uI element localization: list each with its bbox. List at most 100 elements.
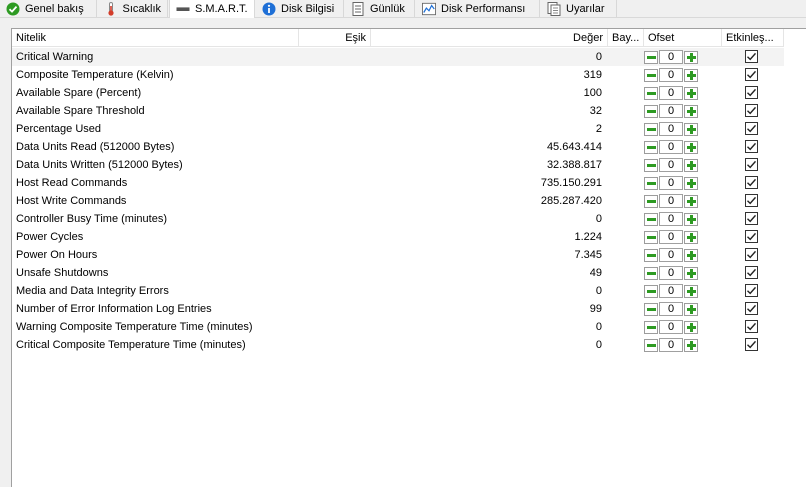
offset-decrement-button[interactable] <box>644 176 658 190</box>
offset-increment-button[interactable] <box>684 230 698 244</box>
table-row[interactable]: Controller Busy Time (minutes) 0 0 <box>12 210 784 228</box>
offset-decrement-button[interactable] <box>644 158 658 172</box>
enabled-checkbox[interactable] <box>745 320 758 333</box>
enabled-checkbox[interactable] <box>745 122 758 135</box>
offset-increment-button[interactable] <box>684 338 698 352</box>
offset-decrement-button[interactable] <box>644 50 658 64</box>
offset-increment-button[interactable] <box>684 248 698 262</box>
enabled-checkbox[interactable] <box>745 302 758 315</box>
table-row[interactable]: Critical Composite Temperature Time (min… <box>12 336 784 354</box>
enabled-checkbox[interactable] <box>745 68 758 81</box>
tab-smart[interactable]: S.M.A.R.T. <box>169 0 255 18</box>
column-header-value[interactable]: Değer <box>371 29 608 47</box>
enabled-checkbox[interactable] <box>745 86 758 99</box>
enabled-checkbox[interactable] <box>745 230 758 243</box>
offset-value[interactable]: 0 <box>659 194 683 208</box>
offset-increment-button[interactable] <box>684 176 698 190</box>
enabled-checkbox[interactable] <box>745 212 758 225</box>
offset-decrement-button[interactable] <box>644 104 658 118</box>
offset-value[interactable]: 0 <box>659 302 683 316</box>
minus-icon <box>646 55 656 59</box>
table-row[interactable]: Critical Warning 0 0 <box>12 48 784 66</box>
offset-decrement-button[interactable] <box>644 284 658 298</box>
enabled-checkbox[interactable] <box>745 104 758 117</box>
offset-increment-button[interactable] <box>684 86 698 100</box>
enabled-checkbox[interactable] <box>745 266 758 279</box>
enabled-checkbox[interactable] <box>745 176 758 189</box>
table-row[interactable]: Power Cycles 1.224 0 <box>12 228 784 246</box>
offset-increment-button[interactable] <box>684 122 698 136</box>
offset-value[interactable]: 0 <box>659 86 683 100</box>
table-row[interactable]: Warning Composite Temperature Time (minu… <box>12 318 784 336</box>
offset-value[interactable]: 0 <box>659 50 683 64</box>
offset-decrement-button[interactable] <box>644 68 658 82</box>
enabled-checkbox[interactable] <box>745 140 758 153</box>
enabled-checkbox[interactable] <box>745 248 758 261</box>
offset-value[interactable]: 0 <box>659 338 683 352</box>
offset-decrement-button[interactable] <box>644 140 658 154</box>
offset-increment-button[interactable] <box>684 194 698 208</box>
offset-value[interactable]: 0 <box>659 230 683 244</box>
tab-gunluk[interactable]: Günlük <box>345 0 415 17</box>
offset-value[interactable]: 0 <box>659 122 683 136</box>
column-header-attribute[interactable]: Nitelik <box>12 29 299 47</box>
table-row[interactable]: Data Units Read (512000 Bytes) 45.643.414… <box>12 138 784 156</box>
tab-uyarilar[interactable]: Uyarılar <box>541 0 617 17</box>
table-row[interactable]: Percentage Used 2 0 <box>12 120 784 138</box>
tab-disk-performansi[interactable]: Disk Performansı <box>416 0 540 17</box>
tab-sicaklik[interactable]: Sıcaklık <box>98 0 168 17</box>
offset-decrement-button[interactable] <box>644 248 658 262</box>
offset-value[interactable]: 0 <box>659 248 683 262</box>
offset-increment-button[interactable] <box>684 212 698 226</box>
column-header-flag[interactable]: Bay... <box>608 29 644 47</box>
table-row[interactable]: Host Write Commands 285.287.420 0 <box>12 192 784 210</box>
offset-decrement-button[interactable] <box>644 86 658 100</box>
offset-decrement-button[interactable] <box>644 194 658 208</box>
offset-value[interactable]: 0 <box>659 320 683 334</box>
offset-increment-button[interactable] <box>684 104 698 118</box>
enabled-checkbox[interactable] <box>745 194 758 207</box>
table-row[interactable]: Number of Error Information Log Entries 9… <box>12 300 784 318</box>
offset-increment-button[interactable] <box>684 284 698 298</box>
enabled-checkbox[interactable] <box>745 338 758 351</box>
offset-decrement-button[interactable] <box>644 266 658 280</box>
offset-increment-button[interactable] <box>684 158 698 172</box>
table-row[interactable]: Power On Hours 7.345 0 <box>12 246 784 264</box>
offset-value[interactable]: 0 <box>659 284 683 298</box>
offset-value[interactable]: 0 <box>659 158 683 172</box>
offset-increment-button[interactable] <box>684 266 698 280</box>
offset-decrement-button[interactable] <box>644 302 658 316</box>
offset-increment-button[interactable] <box>684 140 698 154</box>
offset-value[interactable]: 0 <box>659 212 683 226</box>
offset-decrement-button[interactable] <box>644 338 658 352</box>
table-row[interactable]: Data Units Written (512000 Bytes) 32.388.… <box>12 156 784 174</box>
offset-value[interactable]: 0 <box>659 104 683 118</box>
table-row[interactable]: Composite Temperature (Kelvin) 319 0 <box>12 66 784 84</box>
offset-increment-button[interactable] <box>684 50 698 64</box>
table-row[interactable]: Host Read Commands 735.150.291 0 <box>12 174 784 192</box>
offset-increment-button[interactable] <box>684 320 698 334</box>
column-header-threshold[interactable]: Eşik <box>299 29 371 47</box>
offset-decrement-button[interactable] <box>644 230 658 244</box>
column-header-enabled[interactable]: Etkinleş... <box>722 29 784 47</box>
tab-disk-bilgisi[interactable]: Disk Bilgisi <box>256 0 344 17</box>
offset-value[interactable]: 0 <box>659 266 683 280</box>
offset-value[interactable]: 0 <box>659 140 683 154</box>
column-header-offset[interactable]: Ofset <box>644 29 722 47</box>
offset-decrement-button[interactable] <box>644 212 658 226</box>
offset-decrement-button[interactable] <box>644 122 658 136</box>
offset-increment-button[interactable] <box>684 68 698 82</box>
enabled-checkbox[interactable] <box>745 50 758 63</box>
table-row[interactable]: Available Spare (Percent) 100 0 <box>12 84 784 102</box>
offset-value[interactable]: 0 <box>659 176 683 190</box>
table-row[interactable]: Media and Data Integrity Errors 0 0 <box>12 282 784 300</box>
offset-decrement-button[interactable] <box>644 320 658 334</box>
offset-increment-button[interactable] <box>684 302 698 316</box>
offset-value[interactable]: 0 <box>659 68 683 82</box>
tab-genel-bakis[interactable]: Genel bakış <box>0 0 97 17</box>
enabled-checkbox[interactable] <box>745 284 758 297</box>
table-row[interactable]: Available Spare Threshold 32 0 <box>12 102 784 120</box>
smart-attributes-grid[interactable]: Nitelik Eşik Değer Bay... Ofset Etkinleş… <box>11 28 806 487</box>
table-row[interactable]: Unsafe Shutdowns 49 0 <box>12 264 784 282</box>
enabled-checkbox[interactable] <box>745 158 758 171</box>
